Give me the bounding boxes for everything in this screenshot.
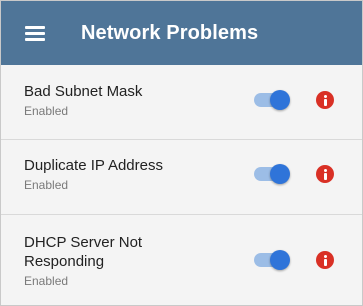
enable-toggle[interactable] (254, 90, 290, 110)
list-item-dhcp-server-not-responding[interactable]: DHCP Server Not Responding Enabled (1, 215, 362, 305)
app-bar: Network Problems (1, 1, 362, 65)
list-item-duplicate-ip-address[interactable]: Duplicate IP Address Enabled (1, 140, 362, 215)
list-item-title: DHCP Server Not Responding (24, 234, 143, 270)
list-item-status: Enabled (24, 178, 69, 192)
enable-toggle[interactable] (254, 250, 290, 270)
info-icon[interactable] (316, 91, 334, 109)
list-item-bad-subnet-mask[interactable]: Bad Subnet Mask Enabled (1, 65, 362, 140)
list-item-title: Bad Subnet Mask (24, 83, 143, 100)
toggle-thumb (270, 90, 290, 110)
list-item-title: Duplicate IP Address (24, 157, 163, 174)
hamburger-menu-icon[interactable] (25, 26, 45, 41)
network-problems-list: Bad Subnet Mask Enabled Duplicate IP Add… (1, 65, 362, 305)
info-icon[interactable] (316, 165, 334, 183)
screen: Network Problems Bad Subnet Mask Enabled… (0, 0, 363, 306)
enable-toggle[interactable] (254, 164, 290, 184)
list-item-status: Enabled (24, 274, 69, 288)
page-title: Network Problems (81, 22, 259, 44)
list-item-status: Enabled (24, 104, 69, 118)
toggle-thumb (270, 250, 290, 270)
toggle-thumb (270, 164, 290, 184)
info-icon[interactable] (316, 251, 334, 269)
